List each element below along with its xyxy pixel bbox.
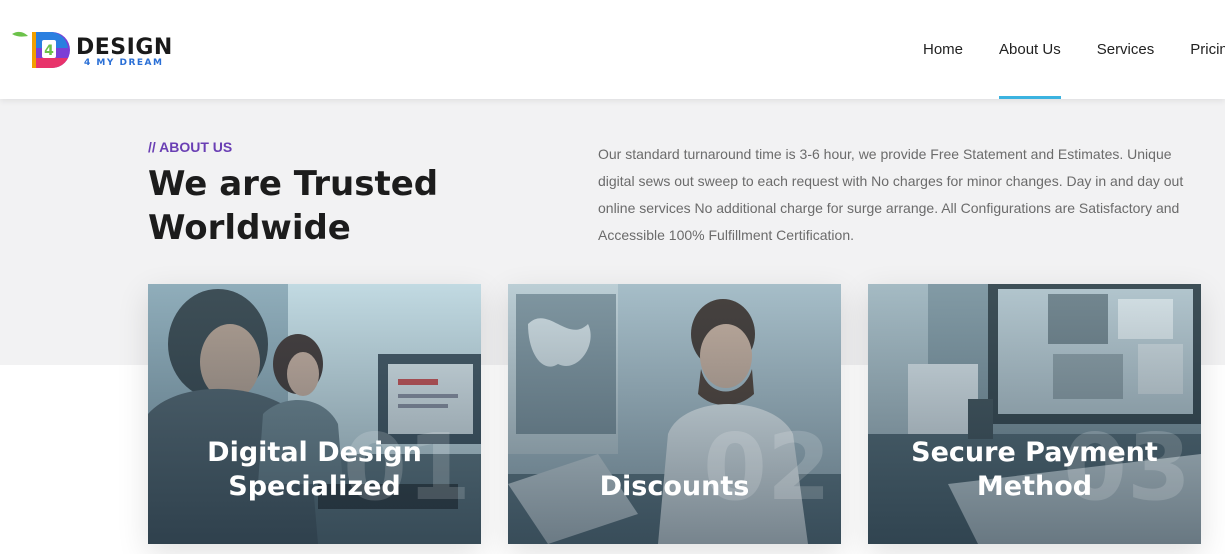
svg-text:4: 4 — [44, 43, 54, 59]
nav-item-services[interactable]: Services — [1079, 0, 1173, 99]
card-title: Discounts — [599, 471, 750, 502]
main-nav: Home About Us Services Pricing — [905, 0, 1225, 99]
card-title: Digital Design Specialized — [207, 437, 422, 502]
feature-card-digital-design[interactable]: 01 Digital Design Specialized — [148, 284, 481, 544]
section-eyebrow: // ABOUT US — [148, 139, 233, 155]
feature-card-discounts[interactable]: 02 Discounts — [508, 284, 841, 544]
site-header: 4 DESIGN 4 MY DREAM Home About Us Servic… — [0, 0, 1225, 99]
logo-text: DESIGN — [76, 35, 173, 60]
page-title: We are Trusted Worldwide — [148, 164, 439, 248]
logo-mark-icon: 4 — [12, 31, 70, 68]
about-description: Our standard turnaround time is 3-6 hour… — [598, 146, 1184, 243]
logo-tagline: 4 MY DREAM — [84, 58, 164, 68]
feature-card-secure-payment[interactable]: 03 Secure Payment Method — [868, 284, 1201, 544]
nav-item-about-us[interactable]: About Us — [981, 0, 1079, 99]
site-logo[interactable]: 4 DESIGN 4 MY DREAM — [12, 30, 172, 70]
nav-item-pricing[interactable]: Pricing — [1172, 0, 1225, 99]
card-title: Secure Payment Method — [911, 437, 1158, 502]
nav-item-home[interactable]: Home — [905, 0, 981, 99]
